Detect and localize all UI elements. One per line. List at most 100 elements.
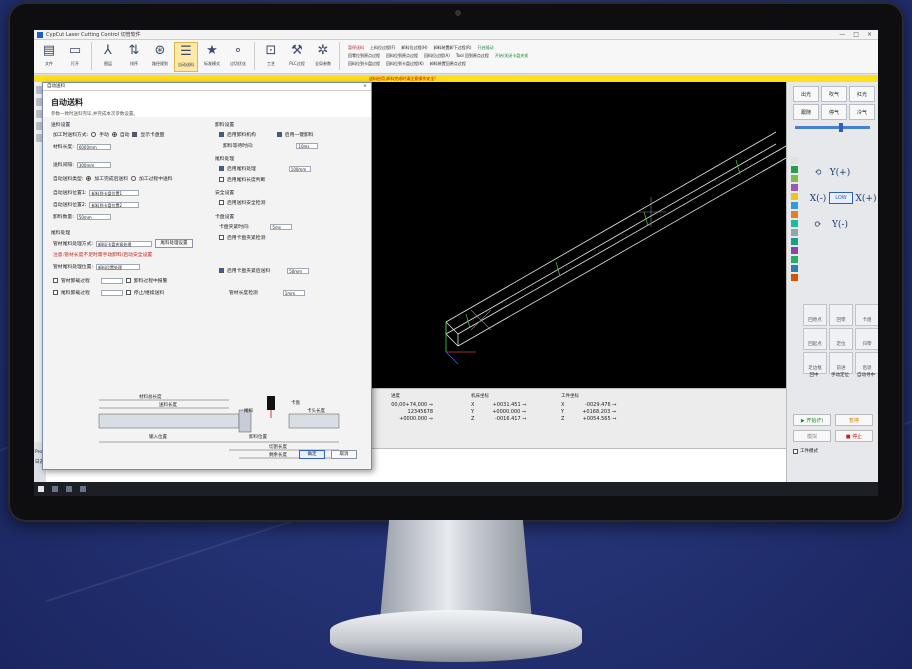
start-button[interactable]: ▶ 开始(F) — [793, 414, 831, 426]
toolbar-file-button[interactable]: ▤ 文件 — [37, 42, 61, 72]
fn-start-point-button[interactable]: 回起点 — [803, 328, 827, 350]
rotate-cw-icon[interactable]: ⟳ — [807, 214, 829, 236]
pause-button[interactable]: 暂停 — [835, 414, 873, 426]
tail-unload-checkbox[interactable] — [53, 290, 58, 295]
option-unload-device[interactable]: 卸料装置卸下过程(R) — [434, 45, 472, 51]
cool-gas-button[interactable]: 冷气 — [849, 104, 875, 120]
workpiece-mode-option[interactable]: 工件模式 — [793, 448, 818, 454]
taskbar-app-icon[interactable] — [52, 486, 58, 492]
option-home-origin[interactable]: 回零位到原点过程 — [348, 53, 380, 59]
tube-unload-checkbox[interactable] — [53, 278, 58, 283]
unload-alarm-checkbox[interactable] — [125, 278, 131, 283]
toolbar-mode-button[interactable]: ★ 标准模式 — [200, 42, 224, 72]
fn-forward-button[interactable]: 前进 — [829, 352, 853, 374]
workpiece-mode-checkbox[interactable] — [793, 448, 798, 454]
toolbar-sort-button[interactable]: ⇅ 排序 — [122, 42, 146, 72]
start-icon[interactable] — [38, 486, 44, 492]
show-chuck-checkbox[interactable] — [132, 132, 138, 137]
chuck-feed-checkbox[interactable] — [219, 268, 224, 273]
dialog-close-icon[interactable]: × — [363, 83, 367, 90]
toolbar-process-button[interactable]: ⊡ 工艺 — [259, 42, 283, 72]
tail-settings-button[interactable]: 尾料处理设置 — [155, 239, 193, 248]
fn-reset-button[interactable]: 归零 — [855, 328, 878, 350]
feed-after-radio[interactable] — [86, 176, 92, 181]
auto-center-button[interactable]: 自动寻中 — [855, 372, 877, 378]
taskbar-app-icon[interactable] — [80, 486, 86, 492]
length-select[interactable]: 6000mm — [76, 143, 111, 150]
option-chuck-clamp[interactable]: 开始/关闭卡盘夹紧 — [495, 53, 528, 59]
y-minus-button[interactable]: Y(-) — [829, 214, 851, 236]
toolbar-params-button[interactable]: ✲ 全局参数 — [311, 42, 335, 72]
one-key-unload-checkbox[interactable] — [276, 132, 282, 137]
chuck-feed-input[interactable]: 50mm — [287, 267, 310, 274]
fn-zero-button[interactable]: 回零 — [829, 304, 853, 326]
speed-low-badge[interactable]: LOW — [829, 192, 853, 204]
toolbar-optimize-button[interactable]: ∘ 过切优化 — [226, 42, 250, 72]
toolbar-path-button[interactable]: ⊛ 路径规划 — [148, 42, 172, 72]
maximize-button[interactable]: □ — [853, 31, 859, 38]
option-follow[interactable]: 开启随动 — [477, 45, 493, 51]
cancel-button[interactable]: 取消 — [331, 450, 357, 459]
centering-buttons: 回中 手动定位 自动寻中 — [803, 372, 877, 378]
y-plus-button[interactable]: Y(+) — [829, 162, 851, 184]
fn-backward-button[interactable]: 后退 — [855, 352, 878, 374]
x-minus-button[interactable]: X(-) — [807, 188, 829, 210]
tail-mode-select[interactable]: 卸料/卡盘夹紧处理 — [96, 240, 152, 247]
manual-locate-button[interactable]: 手动定位 — [829, 372, 851, 378]
tail-value-input[interactable]: 100mm — [288, 165, 311, 172]
option-pause-feed[interactable]: 暂停送料 — [348, 45, 364, 51]
stop-gas-button[interactable]: 停气 — [821, 104, 847, 120]
option-feed-origin[interactable]: 回料位到原点过程 — [386, 53, 418, 59]
feed-mode-auto-radio[interactable] — [111, 132, 117, 137]
tube-length-input[interactable]: 1mm — [282, 289, 305, 296]
stop-button[interactable]: ■ 停止 — [835, 430, 873, 442]
ok-button[interactable]: 确定 — [299, 450, 325, 459]
option-tool-origin[interactable]: Tool 回到原点过程 — [456, 53, 489, 59]
function-buttons: 回原点 回零 卡盘 回起点 定位 归零 走边框 前进 后退 — [803, 304, 878, 374]
option-unload-origin[interactable]: 卸料装置回原点过程 — [430, 61, 466, 67]
feed-during-radio[interactable] — [131, 176, 136, 181]
pieces-select[interactable]: 50mm — [76, 213, 111, 220]
option-feed-chuck-k[interactable]: 回料位到卡盘过程(K) — [386, 61, 424, 67]
option-feed-pos[interactable]: 回料位过程(A) — [424, 53, 450, 59]
monitor-stand-neck — [380, 520, 532, 620]
svg-text:尾料: 尾料 — [244, 407, 253, 414]
feed-pos1-select[interactable]: 卸料到卡盘位置1 — [89, 189, 140, 196]
chuck-time-input[interactable]: 5ms — [270, 223, 293, 230]
simulate-button[interactable]: 模拟 — [793, 430, 831, 442]
close-button[interactable]: × — [867, 31, 872, 38]
option-feed-chuck[interactable]: 回料位到卡盘过程 — [348, 61, 380, 67]
feed-pos2-select[interactable]: 卸料到卡盘位置2 — [89, 201, 140, 208]
taskbar-app-icon[interactable] — [66, 486, 72, 492]
gap-select[interactable]: 300mm — [76, 161, 111, 168]
laser-button[interactable]: 出光 — [793, 86, 819, 102]
dialog-heading: 自动送料 — [51, 98, 83, 107]
red-light-button[interactable]: 红光 — [849, 86, 875, 102]
toolbar-plc-button[interactable]: ⚒ PLC过程 — [285, 42, 309, 72]
blow-button[interactable]: 吹气 — [821, 86, 847, 102]
center-button[interactable]: 回中 — [803, 372, 825, 378]
toolbar-layers-button[interactable]: ⅄ 图层 — [96, 42, 120, 72]
toolbar-open-button[interactable]: ▭ 打开 — [63, 42, 87, 72]
unload-time-input[interactable]: 10ms — [296, 142, 319, 149]
fn-chuck-button[interactable]: 卡盘 — [855, 304, 878, 326]
follow-button[interactable]: 跟随 — [793, 104, 819, 120]
minimize-button[interactable]: — — [839, 31, 845, 38]
speed-slider[interactable] — [795, 123, 870, 132]
fn-frame-button[interactable]: 走边框 — [803, 352, 827, 374]
chuck-check-checkbox[interactable] — [219, 235, 224, 240]
feed-mode-manual-radio[interactable] — [91, 132, 97, 137]
x-plus-button[interactable]: X(+) — [855, 188, 877, 210]
option-unload-process[interactable]: 卸料位过程(H) — [401, 45, 427, 51]
enable-unload-checkbox[interactable] — [219, 132, 224, 137]
fn-locate-button[interactable]: 定位 — [829, 328, 853, 350]
tail-pos-select[interactable]: 卸料位置处理 — [96, 263, 140, 270]
toolbar-autofeed-button[interactable]: ☰ 自动送料 — [174, 42, 198, 72]
enable-tail-checkbox[interactable] — [219, 166, 224, 171]
option-load-process[interactable]: 上料位过程(F) — [370, 45, 395, 51]
fn-home-button[interactable]: 回原点 — [803, 304, 827, 326]
tail-length-checkbox[interactable] — [219, 177, 224, 182]
feed-safety-checkbox[interactable] — [219, 200, 224, 205]
stop-feed-checkbox[interactable] — [125, 290, 131, 295]
rotate-ccw-icon[interactable]: ⟲ — [807, 162, 829, 184]
